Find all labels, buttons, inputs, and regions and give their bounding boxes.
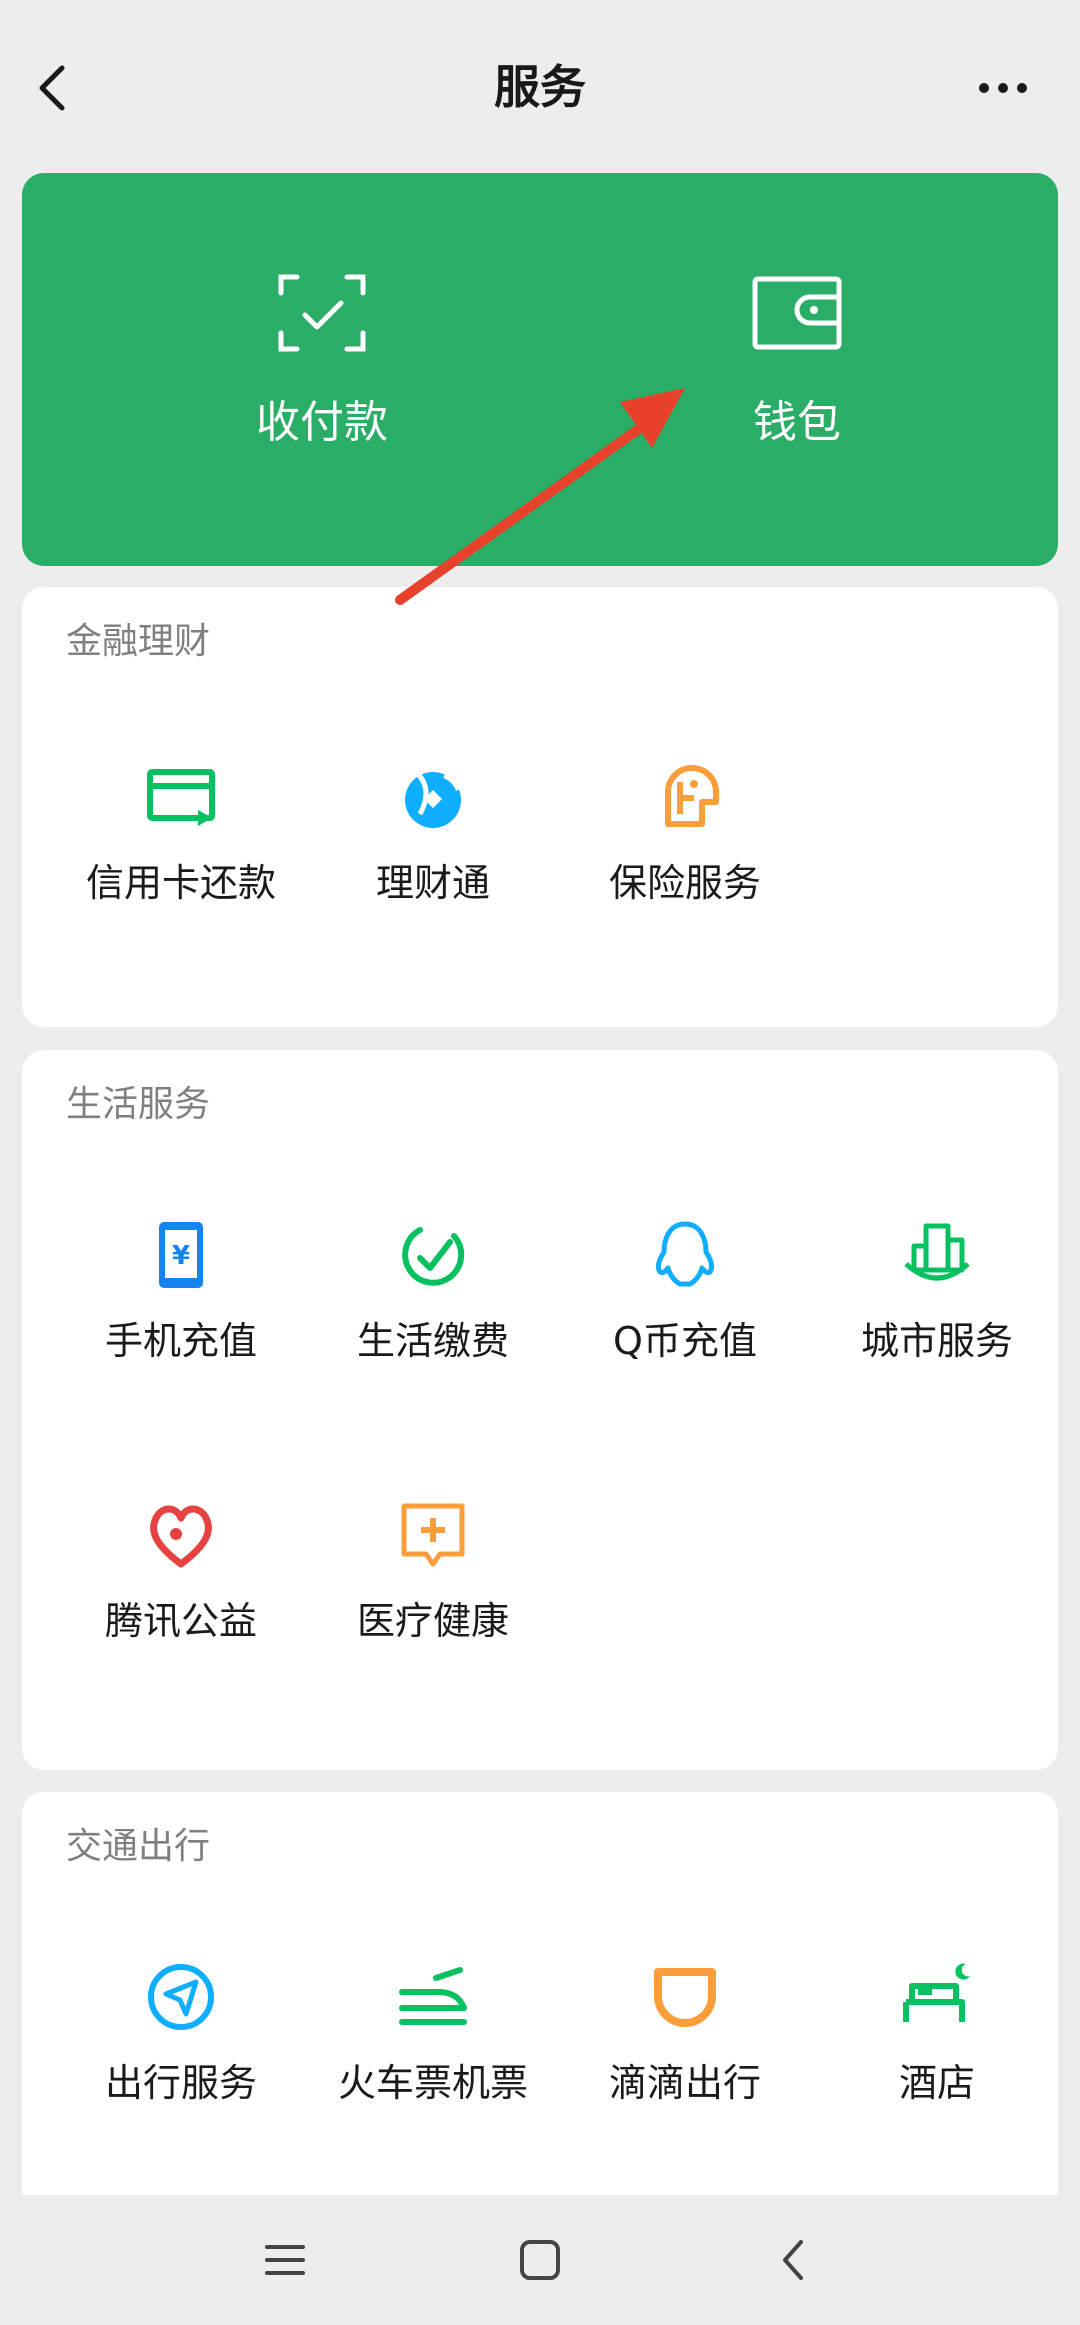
section-travel: 交通出行 出行服务 火车票机票 滴滴出行 酒店 bbox=[22, 1792, 1058, 2212]
chevron-left-icon bbox=[783, 2240, 803, 2280]
credit-card-repayment-item[interactable]: 信用卡还款 bbox=[55, 762, 307, 942]
system-navigation-bar bbox=[0, 2195, 1080, 2325]
city-icon bbox=[904, 1223, 970, 1281]
back-button[interactable] bbox=[30, 50, 110, 130]
qq-icon bbox=[655, 1221, 715, 1287]
item-label: 腾讯公益 bbox=[104, 1599, 257, 1643]
svg-text:¥: ¥ bbox=[172, 1241, 190, 1271]
wallet-label: 钱包 bbox=[753, 397, 841, 448]
item-label: Q币充值 bbox=[613, 1319, 757, 1363]
hotel-item[interactable]: 酒店 bbox=[811, 1962, 1063, 2142]
wallet-button[interactable]: 钱包 bbox=[647, 173, 947, 566]
section-life: 生活服务 ¥ 手机充值 生活缴费 Q币充值 城市服务 腾讯公益 医疗健康 bbox=[22, 1050, 1058, 1770]
back-arrow-icon bbox=[39, 65, 65, 111]
insurance-icon bbox=[665, 765, 719, 827]
section-title-travel: 交通出行 bbox=[66, 1826, 211, 1867]
item-label: 医疗健康 bbox=[356, 1599, 509, 1643]
payment-label: 收付款 bbox=[256, 397, 388, 448]
page-title: 服务 bbox=[494, 60, 586, 114]
section-finance: 金融理财 信用卡还款 理财通 保险服务 bbox=[22, 587, 1058, 1027]
section-title-life: 生活服务 bbox=[66, 1084, 211, 1125]
city-services-item[interactable]: 城市服务 bbox=[811, 1220, 1063, 1400]
utility-payment-item[interactable]: 生活缴费 bbox=[307, 1220, 559, 1400]
travel-service-item[interactable]: 出行服务 bbox=[55, 1962, 307, 2142]
wealth-management-item[interactable]: 理财通 bbox=[307, 762, 559, 942]
pay-wallet-card: 收付款 钱包 bbox=[22, 173, 1058, 566]
payment-button[interactable]: 收付款 bbox=[172, 173, 472, 566]
item-label: 生活缴费 bbox=[356, 1319, 509, 1363]
phone-icon: ¥ bbox=[159, 1222, 203, 1288]
didi-icon bbox=[654, 1968, 716, 2027]
credit-card-icon bbox=[147, 769, 215, 826]
more-button[interactable] bbox=[970, 50, 1050, 130]
section-title-finance: 金融理财 bbox=[66, 621, 211, 662]
wallet-icon bbox=[752, 276, 842, 350]
item-label: 手机充值 bbox=[104, 1319, 257, 1363]
q-coin-topup-item[interactable]: Q币充值 bbox=[559, 1220, 811, 1400]
more-icon bbox=[979, 83, 1027, 93]
item-label: 滴滴出行 bbox=[608, 2061, 761, 2105]
header-bar: 服务 bbox=[0, 0, 1080, 172]
item-label: 理财通 bbox=[375, 861, 490, 905]
home-square-icon bbox=[520, 2240, 560, 2280]
item-label: 出行服务 bbox=[104, 2061, 257, 2105]
mobile-topup-item[interactable]: ¥ 手机充值 bbox=[55, 1220, 307, 1400]
menu-icon bbox=[265, 2245, 305, 2275]
system-back-button[interactable] bbox=[755, 2225, 835, 2295]
train-flight-tickets-item[interactable]: 火车票机票 bbox=[307, 1962, 559, 2142]
medical-health-item[interactable]: 医疗健康 bbox=[307, 1500, 559, 1680]
scan-icon bbox=[278, 274, 366, 352]
recent-apps-button[interactable] bbox=[245, 2225, 325, 2295]
tencent-charity-item[interactable]: 腾讯公益 bbox=[55, 1500, 307, 1680]
item-label: 火车票机票 bbox=[337, 2061, 528, 2105]
item-label: 保险服务 bbox=[608, 861, 761, 905]
medical-icon bbox=[401, 1503, 465, 1567]
item-label: 酒店 bbox=[898, 2061, 975, 2105]
navigation-icon bbox=[148, 1964, 214, 2030]
item-label: 城市服务 bbox=[860, 1319, 1013, 1363]
charity-icon bbox=[150, 1505, 212, 1568]
item-label: 信用卡还款 bbox=[85, 861, 276, 905]
bill-icon bbox=[402, 1227, 465, 1286]
wealth-icon bbox=[405, 772, 461, 828]
didi-item[interactable]: 滴滴出行 bbox=[559, 1962, 811, 2142]
insurance-item[interactable]: 保险服务 bbox=[559, 762, 811, 942]
hotel-icon bbox=[903, 1963, 970, 2022]
home-button[interactable] bbox=[500, 2225, 580, 2295]
train-icon bbox=[399, 1967, 467, 2025]
